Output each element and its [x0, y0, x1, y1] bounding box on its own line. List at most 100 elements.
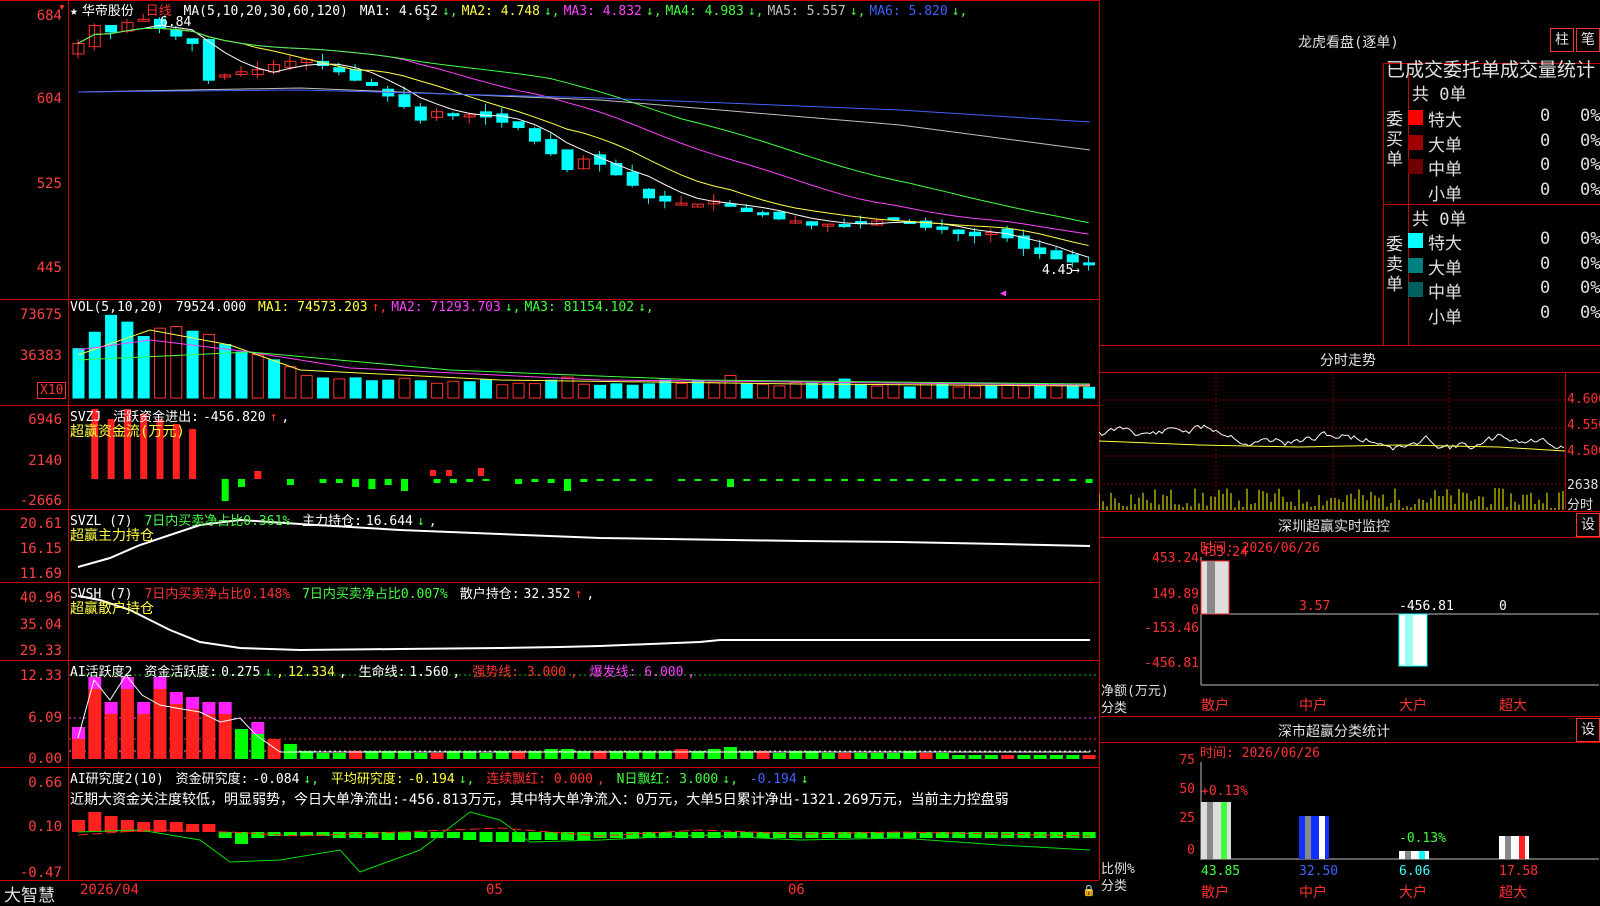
- ai1-arrow: ↓: [264, 665, 273, 680]
- monitor-category: 大户: [1399, 697, 1427, 714]
- ai1-bar: [561, 749, 574, 759]
- classify-value: 6.06: [1399, 864, 1430, 879]
- svzj-bar: [238, 479, 245, 487]
- ai2-bar: [218, 832, 232, 838]
- svzj-bar: [1004, 479, 1012, 481]
- volume-bar: [724, 374, 737, 399]
- row-count: 0: [1540, 278, 1551, 298]
- volume-bar: [610, 383, 623, 399]
- ai1-bar-top: [202, 702, 216, 714]
- svzj-bar: [906, 479, 914, 481]
- ma-legend-arrow-2: ↓,: [645, 4, 662, 19]
- candle: [724, 203, 737, 207]
- svsh-line: [77, 595, 1090, 652]
- sell-side-label: 委卖单: [1386, 235, 1403, 295]
- ai1-bar: [332, 753, 346, 759]
- row-label: 中单: [1428, 283, 1462, 303]
- ma-legend-item-2: MA3: 4.832: [563, 4, 642, 19]
- monitor-bar-value: 3.57: [1299, 599, 1330, 614]
- svzj-bar: [466, 479, 474, 482]
- ai2-bar: [593, 832, 607, 838]
- ai1-bar: [137, 714, 151, 759]
- svsh-text3: 散户持仓:: [459, 587, 520, 602]
- svzj-bar: [645, 479, 653, 481]
- tick-mode-button[interactable]: 笔: [1576, 28, 1600, 52]
- ai2-bar: [463, 832, 477, 840]
- candle: [838, 224, 851, 228]
- ai1-title: AI活跃度2: [70, 665, 133, 680]
- row-pct: 0%: [1580, 253, 1600, 274]
- candle: [936, 226, 949, 230]
- sell-total: 共 0单: [1412, 210, 1467, 230]
- ma-legend-item-5: MA6: 5.820: [869, 4, 948, 19]
- intraday-chart[interactable]: [1099, 373, 1565, 511]
- volume-bar: [1017, 385, 1030, 399]
- color-swatch-icon: [1408, 110, 1423, 125]
- volume-bar: [773, 385, 786, 399]
- ai2-value: -0.084: [252, 772, 300, 787]
- low-price-mark: 4.45: [1042, 263, 1074, 278]
- monitor-y-label: 149.89: [1152, 587, 1199, 602]
- svzj-bar: [401, 479, 408, 491]
- color-swatch-icon: [1408, 134, 1423, 150]
- volume-bar: [577, 383, 590, 399]
- candle: [414, 106, 427, 121]
- row-label: 特大: [1428, 111, 1462, 131]
- volume-bar: [251, 354, 264, 399]
- monitor-y-label: -153.46: [1144, 621, 1199, 636]
- bar-mode-button[interactable]: 柱: [1550, 28, 1574, 52]
- ai2-bar: [544, 832, 558, 840]
- ai1-bar: [430, 753, 444, 759]
- candle: [757, 212, 770, 216]
- svzj-bar: [629, 479, 637, 481]
- volume-bar: [365, 380, 378, 399]
- svzl-arrow: ↓: [416, 514, 425, 529]
- high-price-mark: 6.84: [160, 15, 192, 30]
- vol-value: 79524.000: [175, 300, 247, 315]
- classify-bar-stripe: [1319, 816, 1325, 859]
- ai2-bar: [414, 832, 428, 838]
- classify-bar-stripe: [1221, 802, 1227, 859]
- monitor-chart[interactable]: 453.24149.890-153.46-456.81453.243.57 -45…: [1099, 537, 1600, 716]
- row-count: 0: [1540, 229, 1551, 249]
- ai1-bar: [169, 704, 183, 759]
- stock-name[interactable]: 华帝股份: [82, 4, 134, 19]
- svzj-dot: [478, 468, 484, 476]
- ai1-bar-top: [186, 697, 200, 709]
- classify-chart[interactable]: 75 50 25 0 +0.13% -0.13% 43.85 32.50 6.06 17.58 散户…: [1099, 742, 1600, 900]
- svsh-text2: 7日内买卖净占比0.007%: [302, 587, 448, 602]
- row-count: 0: [1540, 106, 1551, 126]
- monitor-ycap2: 分类: [1101, 701, 1128, 716]
- ma-legend-arrow-5: ↓,: [951, 4, 968, 19]
- classify-value: 43.85: [1201, 864, 1240, 879]
- row-pct: 0%: [1580, 179, 1600, 200]
- svzj-dot: [446, 470, 452, 476]
- lock-icon[interactable]: 🔒: [1082, 884, 1096, 897]
- candle: [1050, 250, 1063, 260]
- color-swatch-icon: [1408, 257, 1423, 273]
- intraday-y-2: 4.500: [1567, 444, 1600, 459]
- classify-category: 大户: [1399, 884, 1427, 900]
- ai1-bar-top: [169, 692, 183, 704]
- classify-bar-shade: [1305, 816, 1311, 859]
- ai1-bar: [838, 753, 852, 759]
- svzj-bar: [368, 479, 376, 489]
- svzj-arrow: ↑: [269, 410, 278, 425]
- svzl-text1: 7日内买卖净占比0.361%: [144, 514, 291, 529]
- ai2-line: [77, 811, 1091, 873]
- ai1-bar: [1050, 755, 1063, 759]
- ma-legend-item-4: MA5: 5.557: [767, 4, 846, 19]
- candle: [969, 231, 981, 237]
- candle: [105, 25, 118, 33]
- ai1-bar: [1033, 755, 1047, 759]
- classify-bar-shade: [1405, 851, 1411, 859]
- ai1-bar: [772, 753, 786, 759]
- buy-row-0: 特大 0 0%: [1408, 106, 1600, 131]
- monitor-bar-value: -456.81: [1399, 599, 1454, 614]
- monitor-settings-button[interactable]: 设: [1576, 513, 1600, 537]
- svzj-bar: [792, 479, 800, 481]
- svzj-bar: [922, 479, 930, 481]
- classify-settings-button[interactable]: 设: [1576, 718, 1600, 742]
- ai1-bar: [104, 714, 118, 759]
- ai1-bar: [952, 755, 966, 759]
